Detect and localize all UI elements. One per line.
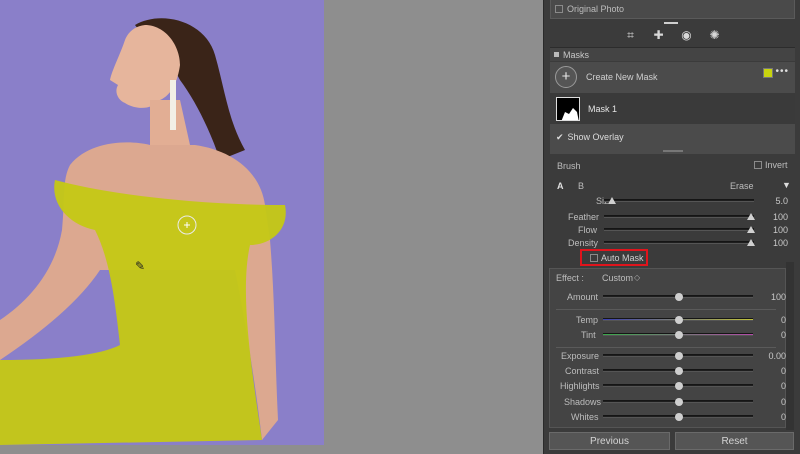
original-photo-label: Original Photo [567, 4, 625, 14]
highlights-label: Highlights [560, 381, 600, 391]
photo-with-mask-overlay[interactable] [0, 0, 324, 445]
temp-slider[interactable] [603, 316, 753, 324]
preset-dropdown-icon[interactable]: ◇ [634, 273, 640, 282]
more-options-icon[interactable]: ••• [775, 66, 789, 77]
highlights-value[interactable]: 0 [762, 381, 786, 391]
masks-list: + Create New Mask Mask 1 ✔ Show Overlay … [550, 62, 795, 154]
size-value[interactable]: 5.0 [764, 196, 788, 206]
whites-value[interactable]: 0 [762, 412, 786, 422]
temp-value[interactable]: 0 [762, 315, 786, 325]
invert-checkbox[interactable] [754, 161, 762, 169]
checkmark-icon[interactable]: ✔ [556, 132, 564, 143]
contrast-value[interactable]: 0 [762, 366, 786, 376]
brush-tab-b[interactable]: B [578, 181, 584, 191]
previous-button[interactable]: Previous [549, 432, 670, 450]
show-overlay-label: Show Overlay [567, 132, 624, 142]
divider [556, 309, 776, 310]
invert-label: Invert [765, 160, 788, 170]
healing-icon[interactable]: ✚ [652, 28, 666, 42]
mask-item[interactable]: Mask 1 [550, 93, 795, 124]
contrast-label: Contrast [565, 366, 600, 376]
collapse-icon [554, 52, 559, 57]
masks-title: Masks [563, 49, 590, 60]
masking-icon[interactable]: ✺ [708, 28, 722, 42]
pen-cursor-icon: ✎ [135, 259, 146, 273]
feather-slider[interactable] [604, 213, 755, 220]
highlights-slider[interactable] [603, 382, 753, 390]
flow-value[interactable]: 100 [764, 225, 788, 235]
brush-title: Brush [557, 161, 581, 171]
amount-label: Amount [567, 292, 599, 302]
whites-slider[interactable] [603, 413, 753, 421]
density-label: Density [568, 238, 599, 248]
tint-value[interactable]: 0 [762, 330, 786, 340]
effect-label: Effect : [556, 273, 584, 283]
whites-label: Whites [571, 412, 599, 422]
active-tool-indicator [664, 22, 678, 24]
reset-button[interactable]: Reset [675, 432, 794, 450]
resize-handle[interactable] [663, 150, 683, 152]
tool-strip: ⌗ ✚ ◉ ✺ [550, 22, 795, 48]
feather-label: Feather [568, 212, 600, 222]
effect-section: Effect : Custom ◇ Amount 100 Temp 0 Tint… [549, 268, 786, 428]
auto-mask-highlight [580, 249, 648, 266]
create-new-mask-label: Create New Mask [586, 72, 658, 82]
show-overlay-row[interactable]: ✔ Show Overlay [550, 126, 795, 148]
feather-value[interactable]: 100 [764, 212, 788, 222]
density-slider[interactable] [604, 239, 755, 246]
red-eye-icon[interactable]: ◉ [680, 28, 694, 42]
density-value[interactable]: 100 [764, 238, 788, 248]
brush-erase[interactable]: Erase [730, 181, 754, 191]
create-new-mask-row[interactable]: + Create New Mask [550, 64, 795, 90]
flow-slider[interactable] [604, 226, 755, 233]
brush-menu-icon[interactable]: ▼ [782, 180, 791, 190]
shadows-slider[interactable] [603, 398, 753, 406]
panel-scrollbar[interactable] [786, 262, 794, 430]
add-mask-button[interactable]: + [555, 66, 577, 88]
shadows-value[interactable]: 0 [762, 397, 786, 407]
exposure-slider[interactable] [603, 352, 753, 360]
original-photo-row[interactable]: Original Photo [550, 0, 795, 19]
masks-header[interactable]: Masks [550, 48, 795, 61]
mask-thumbnail [556, 96, 580, 121]
flow-label: Flow [578, 225, 598, 235]
brush-tab-a[interactable]: A [557, 181, 564, 191]
temp-label: Temp [576, 315, 599, 325]
exposure-value[interactable]: 0.00 [762, 351, 786, 361]
exposure-label: Exposure [561, 351, 600, 361]
size-slider[interactable] [604, 197, 754, 204]
effect-preset[interactable]: Custom [602, 273, 633, 283]
tint-label: Tint [581, 330, 596, 340]
overlay-color-swatch[interactable] [763, 68, 773, 78]
shadows-label: Shadows [564, 397, 602, 407]
divider [556, 347, 776, 348]
mask-name: Mask 1 [588, 103, 618, 114]
original-photo-checkbox[interactable] [555, 5, 563, 13]
amount-slider[interactable] [603, 293, 753, 301]
crop-icon[interactable]: ⌗ [624, 28, 638, 42]
contrast-slider[interactable] [603, 367, 753, 375]
amount-value[interactable]: 100 [762, 292, 786, 302]
photo-canvas[interactable]: ✎ [0, 0, 543, 454]
tint-slider[interactable] [603, 331, 753, 339]
